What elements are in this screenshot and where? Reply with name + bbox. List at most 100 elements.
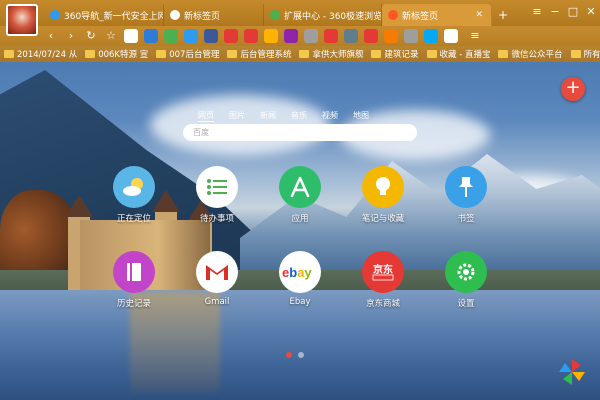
app-label: 应用 — [291, 214, 309, 224]
shield-icon[interactable] — [124, 29, 138, 43]
app-gmail[interactable]: Gmail — [182, 251, 252, 307]
page-dot[interactable] — [298, 352, 304, 358]
tab-label: 扩展中心 - 360极速浏览 — [284, 11, 382, 22]
folder-icon — [299, 50, 310, 58]
folder-icon — [227, 50, 238, 58]
tab-extension-center[interactable]: 扩展中心 - 360极速浏览 — [264, 4, 382, 26]
extension-icon[interactable] — [304, 29, 318, 43]
app-location[interactable]: 正在定位 — [99, 166, 169, 224]
extension-icon[interactable] — [324, 29, 338, 43]
extension-icon[interactable] — [424, 29, 438, 43]
app-notes[interactable]: 笔记与收藏 — [348, 166, 418, 224]
favorite-star-icon[interactable]: ☆ — [104, 29, 118, 43]
app-label: 笔记与收藏 — [361, 214, 405, 224]
folder-icon — [4, 50, 14, 58]
jd-logo-icon: 京东 — [362, 251, 404, 293]
folder-icon — [85, 50, 96, 58]
menu-icon[interactable]: ≡ — [468, 29, 482, 43]
pushpin-icon — [445, 166, 487, 208]
weather-icon — [113, 166, 155, 208]
maximize-icon[interactable]: □ — [564, 5, 582, 18]
pinwheel-logo-icon[interactable] — [557, 357, 587, 387]
bookmark-item[interactable]: 后台管理系统 — [227, 48, 291, 60]
close-window-icon[interactable]: ✕ — [582, 5, 600, 18]
app-label: Ebay — [289, 297, 311, 307]
svg-text:京东: 京东 — [373, 263, 393, 276]
folder-icon — [498, 50, 509, 58]
app-history[interactable]: 历史记录 — [99, 251, 169, 309]
translate-icon[interactable] — [184, 29, 198, 43]
extension-icon[interactable] — [404, 29, 418, 43]
search-tab-web[interactable]: 网页 — [198, 110, 214, 122]
app-jd[interactable]: 京东 京东商城 — [348, 251, 418, 309]
page-indicator — [286, 352, 304, 358]
app-label: 设置 — [457, 299, 475, 309]
close-tab-icon[interactable]: ✕ — [475, 10, 483, 20]
minimize-icon[interactable]: − — [546, 5, 564, 18]
menu-icon[interactable]: ≡ — [528, 5, 546, 18]
bookmark-item[interactable]: 收藏 - 直播宝 — [426, 48, 490, 60]
back-icon[interactable]: ‹ — [44, 29, 58, 43]
refresh-icon[interactable]: ↻ — [84, 29, 98, 43]
gmail-icon — [196, 251, 238, 293]
search-tab-video[interactable]: 视频 — [322, 110, 338, 122]
app-store-icon — [279, 166, 321, 208]
search-tab-images[interactable]: 图片 — [229, 110, 245, 122]
tab-favicon — [270, 10, 280, 20]
app-settings[interactable]: 设置 — [431, 251, 501, 309]
gear-icon — [445, 251, 487, 293]
tab-favicon — [50, 10, 60, 20]
extension-icon[interactable] — [444, 29, 458, 43]
extension-icon[interactable] — [224, 29, 238, 43]
tab-label: 360导航_新一代安全上网 — [64, 11, 164, 22]
todo-list-icon — [196, 166, 238, 208]
user-avatar[interactable] — [6, 4, 38, 36]
tab-new-active[interactable]: 新标签页 ✕ — [382, 4, 492, 26]
window-controls: ≡ − □ ✕ — [528, 0, 600, 22]
tab-bar: 360导航_新一代安全上网 新标签页 扩展中心 - 360极速浏览 新标签页 ✕… — [0, 0, 600, 26]
tab-label: 新标签页 — [402, 11, 439, 22]
tab-360-nav[interactable]: 360导航_新一代安全上网 — [44, 4, 164, 26]
bookmark-item[interactable]: 建筑记录 — [371, 48, 419, 60]
app-store[interactable]: 应用 — [265, 166, 335, 224]
search-tab-music[interactable]: 音乐 — [291, 110, 307, 122]
new-tab-button[interactable]: + — [492, 4, 512, 26]
bookmark-item[interactable]: 拿供大师旗舰 — [299, 48, 363, 60]
folder-icon — [371, 50, 382, 58]
book-icon — [113, 251, 155, 293]
search-tab-map[interactable]: 地图 — [353, 110, 369, 122]
extension-icon[interactable] — [204, 29, 218, 43]
extension-icon[interactable] — [244, 29, 258, 43]
app-label: 待办事项 — [199, 214, 234, 224]
page-dot[interactable] — [286, 352, 292, 358]
app-todo[interactable]: 待办事项 — [182, 166, 252, 224]
app-label: 书签 — [457, 214, 475, 224]
bookmark-item[interactable]: 微信公众平台 — [498, 48, 563, 60]
navigation-bar: ‹ › ↻ ☆ ≡ — [0, 26, 600, 46]
extension-icon[interactable] — [164, 29, 178, 43]
tab-new-1[interactable]: 新标签页 — [164, 4, 264, 26]
lightbulb-icon — [362, 166, 404, 208]
search-tab-news[interactable]: 新闻 — [260, 110, 276, 122]
search-input[interactable]: 百度 — [183, 124, 417, 141]
bookmark-item[interactable]: 007后台管理 — [156, 48, 219, 60]
app-label: 历史记录 — [116, 299, 151, 309]
extension-icon[interactable] — [344, 29, 358, 43]
ebay-logo-icon: ebay — [279, 251, 321, 293]
app-label: 京东商城 — [365, 299, 400, 309]
extension-icon[interactable] — [384, 29, 398, 43]
app-bookmarks[interactable]: 书签 — [431, 166, 501, 224]
bookmark-item[interactable]: 006K特源 宣 — [85, 48, 148, 60]
add-shortcut-button[interactable]: + — [561, 77, 585, 101]
tab-favicon — [170, 10, 180, 20]
extension-icon[interactable] — [284, 29, 298, 43]
app-label: Gmail — [204, 297, 230, 307]
extension-icon[interactable] — [264, 29, 278, 43]
bookmark-item[interactable]: 2014/07/24 从 — [4, 48, 77, 60]
bookmark-item[interactable]: 所有主题&n — [570, 48, 600, 60]
forward-icon[interactable]: › — [64, 29, 78, 43]
extension-icon[interactable] — [144, 29, 158, 43]
app-label: 正在定位 — [116, 214, 151, 224]
app-ebay[interactable]: ebay Ebay — [265, 251, 335, 307]
extension-icon[interactable] — [364, 29, 378, 43]
